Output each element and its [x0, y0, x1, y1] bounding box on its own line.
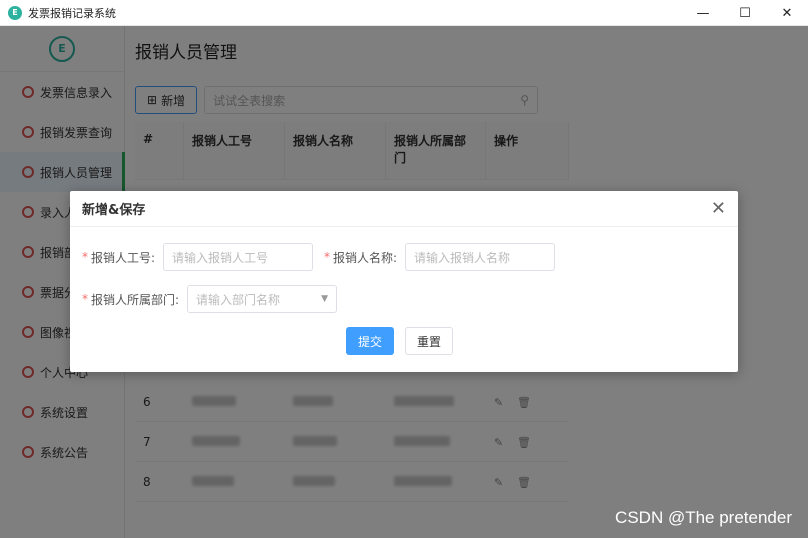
- maximize-button[interactable]: ☐: [724, 0, 766, 26]
- form-row-staff-id: * 报销人工号: 请输入报销人工号: [82, 243, 314, 271]
- close-icon[interactable]: ✕: [711, 199, 726, 218]
- department-label: 报销人所属部门:: [91, 292, 180, 307]
- required-mark: *: [82, 250, 88, 264]
- window-title: 发票报销记录系统: [28, 6, 116, 20]
- window-controls: — ☐ ✕: [682, 0, 808, 26]
- required-mark: *: [82, 292, 88, 306]
- department-placeholder: 请输入部门名称: [196, 292, 281, 307]
- staff-name-field[interactable]: 请输入报销人名称: [405, 243, 556, 271]
- department-select[interactable]: 请输入部门名称 ▼: [187, 285, 338, 313]
- title-bar: E 发票报销记录系统 — ☐ ✕: [0, 0, 808, 26]
- close-window-button[interactable]: ✕: [766, 0, 808, 26]
- form-row-department: * 报销人所属部门: 请输入部门名称 ▼: [82, 285, 338, 313]
- chevron-down-icon: ▼: [321, 294, 329, 304]
- dialog-header: 新增&保存 ✕: [70, 191, 738, 227]
- staff-name-label: 报销人名称:: [333, 250, 398, 265]
- minimize-button[interactable]: —: [682, 0, 724, 26]
- add-save-dialog: 新增&保存 ✕ * 报销人工号: 请输入报销人工号 * 报销人名称: 请输入报销…: [70, 191, 738, 372]
- staff-id-field[interactable]: 请输入报销人工号: [163, 243, 314, 271]
- required-mark: *: [324, 250, 330, 264]
- dialog-title: 新增&保存: [82, 203, 146, 218]
- staff-id-label: 报销人工号:: [91, 250, 156, 265]
- app-logo-icon: E: [8, 5, 22, 20]
- watermark: CSDN @The pretender: [615, 508, 792, 527]
- form-row-staff-name: * 报销人名称: 请输入报销人名称: [324, 243, 556, 271]
- submit-button[interactable]: 提交: [346, 327, 394, 355]
- reset-button[interactable]: 重置: [405, 327, 453, 355]
